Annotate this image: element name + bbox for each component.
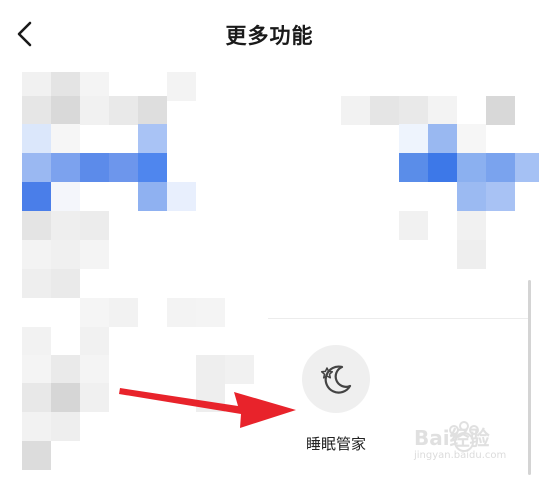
mosaic-block xyxy=(51,182,80,211)
mosaic-block xyxy=(22,383,51,412)
mosaic-block xyxy=(22,269,51,298)
mosaic-block xyxy=(341,96,370,125)
mosaic-block xyxy=(196,298,225,327)
mosaic-block xyxy=(486,182,515,211)
mosaic-block xyxy=(22,153,51,182)
scrollbar[interactable] xyxy=(528,280,531,475)
mosaic-block xyxy=(51,383,80,412)
mosaic-block xyxy=(22,327,51,356)
mosaic-block xyxy=(80,153,109,182)
sleep-icon-circle xyxy=(302,345,370,413)
mosaic-block xyxy=(22,211,51,240)
moon-star-icon xyxy=(320,365,352,394)
mosaic-block xyxy=(138,153,167,182)
mosaic-block xyxy=(138,182,167,211)
mosaic-block xyxy=(428,153,457,182)
mosaic-block xyxy=(457,211,486,240)
mosaic-block xyxy=(51,153,80,182)
mosaic-block xyxy=(51,269,80,298)
mosaic-block xyxy=(51,412,80,441)
mosaic-block xyxy=(51,240,80,269)
mosaic-block xyxy=(22,124,51,153)
mosaic-block xyxy=(399,153,428,182)
mosaic-block xyxy=(428,96,457,125)
mosaic-block xyxy=(80,96,109,125)
mosaic-block xyxy=(22,412,51,441)
mosaic-block xyxy=(51,96,80,125)
mosaic-block xyxy=(515,153,539,182)
watermark: Bai经验 jingyan.baidu.com xyxy=(408,418,528,474)
sleep-manager-label: 睡眠管家 xyxy=(305,435,366,453)
mosaic-block xyxy=(80,211,109,240)
mosaic-block xyxy=(51,124,80,153)
mosaic-block xyxy=(457,182,486,211)
mosaic-block xyxy=(109,153,138,182)
mosaic-block xyxy=(22,355,51,384)
mosaic-block xyxy=(457,240,486,269)
red-arrow-annotation xyxy=(119,388,296,428)
mosaic-block xyxy=(22,96,51,125)
mosaic-block xyxy=(80,240,109,269)
mosaic-block xyxy=(138,96,167,125)
mosaic-block xyxy=(399,124,428,153)
mosaic-block xyxy=(109,96,138,125)
mosaic-block xyxy=(22,240,51,269)
mosaic-block xyxy=(80,355,109,384)
mosaic-block xyxy=(457,153,486,182)
watermark-subtitle: jingyan.baidu.com xyxy=(414,450,507,461)
mosaic-block xyxy=(51,355,80,384)
mosaic-block xyxy=(167,182,196,211)
mosaic-block xyxy=(109,298,138,327)
mosaic-block xyxy=(486,153,515,182)
mosaic-block xyxy=(22,182,51,211)
mosaic-block xyxy=(399,96,428,125)
mosaic-block xyxy=(457,124,486,153)
mosaic-block xyxy=(22,441,51,470)
mosaic-block xyxy=(428,124,457,153)
sleep-manager-button[interactable]: 睡眠管家 xyxy=(290,345,382,455)
mosaic-block xyxy=(138,124,167,153)
mosaic-block xyxy=(80,327,109,356)
mosaic-block xyxy=(370,96,399,125)
mosaic-block xyxy=(80,298,109,327)
mosaic-block xyxy=(486,96,515,125)
mosaic-block xyxy=(80,383,109,412)
mosaic-block xyxy=(167,298,196,327)
mosaic-block xyxy=(399,211,428,240)
top-bar: 更多功能 xyxy=(0,0,539,64)
page-title: 更多功能 xyxy=(225,24,314,48)
mosaic-block xyxy=(167,72,196,101)
mosaic-block xyxy=(51,211,80,240)
watermark-title: Bai经验 xyxy=(414,426,490,450)
